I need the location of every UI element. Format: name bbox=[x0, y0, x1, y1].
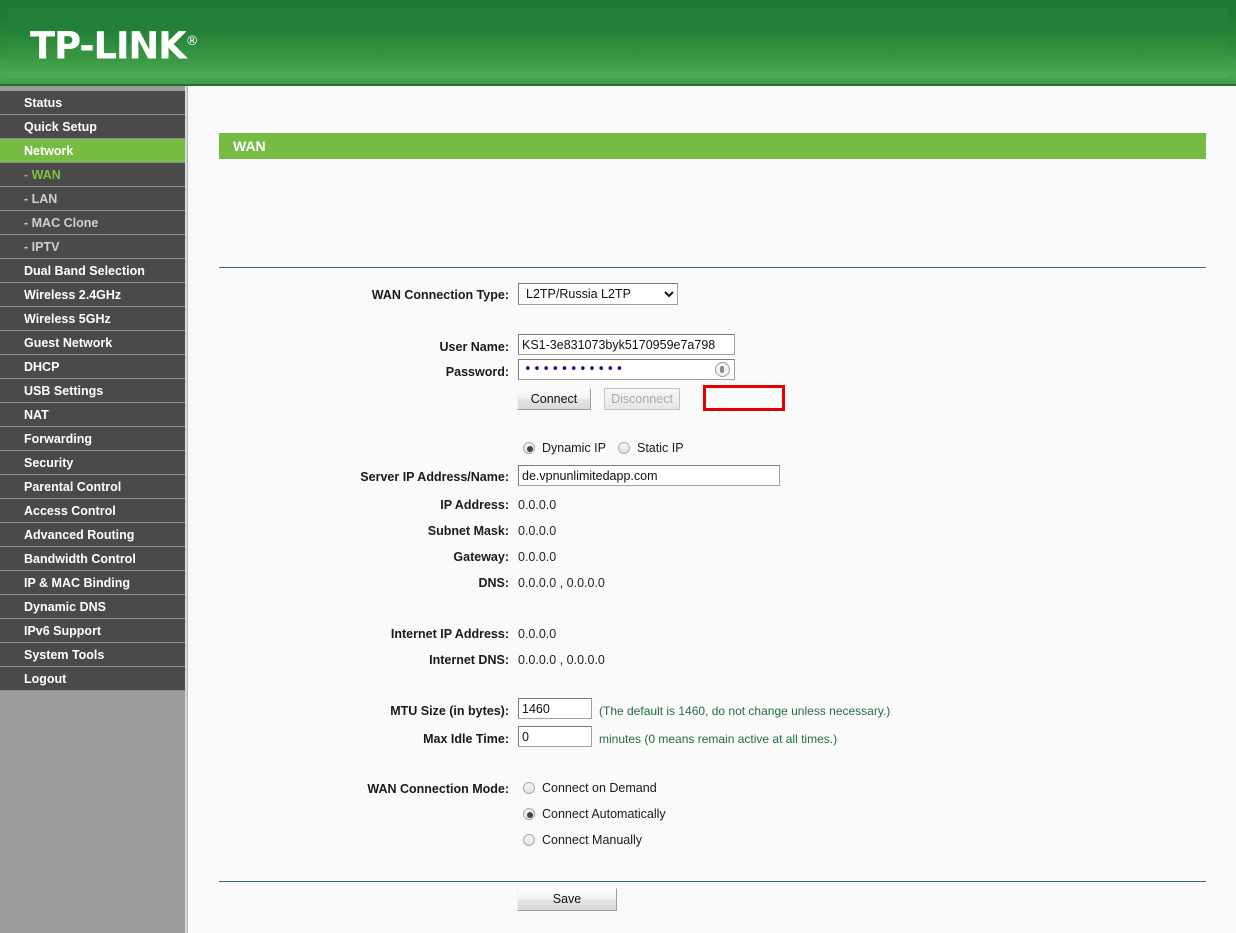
wan-connection-type-select[interactable]: L2TP/Russia L2TP bbox=[518, 283, 678, 305]
sidebar-item-bandwidth-control[interactable]: Bandwidth Control bbox=[0, 547, 185, 571]
sidebar-item-guest-network[interactable]: Guest Network bbox=[0, 331, 185, 355]
wan-status-label-3: DNS: bbox=[478, 576, 509, 590]
connection-mode-radio-connect-on-demand[interactable] bbox=[523, 782, 535, 794]
sidebar-item-forwarding[interactable]: Forwarding bbox=[0, 427, 185, 451]
wan-status-value-0: 0.0.0.0 bbox=[518, 498, 557, 512]
dynamic-ip-radio[interactable] bbox=[523, 442, 535, 454]
sidebar-item-nat[interactable]: NAT bbox=[0, 403, 185, 427]
wan-status-value-3: 0.0.0.0 , 0.0.0.0 bbox=[518, 576, 605, 590]
sidebar-item-lan[interactable]: - LAN bbox=[0, 187, 185, 211]
wan-status-label-2: Gateway: bbox=[453, 550, 509, 564]
sidebar-item-status[interactable]: Status bbox=[0, 91, 185, 115]
internet-status-value-1: 0.0.0.0 , 0.0.0.0 bbox=[518, 653, 605, 667]
top-divider bbox=[219, 267, 1206, 268]
wan-status-value-2: 0.0.0.0 bbox=[518, 550, 557, 564]
logo-text: TP-LINK bbox=[30, 24, 187, 68]
server-address-label: Server IP Address/Name: bbox=[360, 470, 509, 484]
mtu-label: MTU Size (in bytes): bbox=[390, 704, 509, 718]
wan-connection-type-label: WAN Connection Type: bbox=[371, 288, 509, 302]
dynamic-ip-label[interactable]: Dynamic IP bbox=[542, 441, 606, 455]
password-label: Password: bbox=[445, 365, 509, 379]
sidebar-item-dual-band-selection[interactable]: Dual Band Selection bbox=[0, 259, 185, 283]
page-title-banner: WAN bbox=[219, 133, 1206, 159]
mtu-hint: (The default is 1460, do not change unle… bbox=[599, 704, 891, 718]
connect-button[interactable]: Connect bbox=[517, 388, 591, 410]
disconnect-button: Disconnect bbox=[604, 388, 680, 410]
server-address-input[interactable] bbox=[518, 465, 780, 486]
app-header: TP-LINK® bbox=[0, 0, 1236, 86]
connection-mode-radio-connect-manually[interactable] bbox=[523, 834, 535, 846]
tp-link-logo: TP-LINK® bbox=[30, 22, 199, 66]
max-idle-time-hint: minutes (0 means remain active at all ti… bbox=[599, 732, 838, 746]
password-field[interactable]: ••••••••••• bbox=[518, 359, 735, 380]
internet-status-label-0: Internet IP Address: bbox=[390, 627, 509, 641]
sidebar-item-ipv6-support[interactable]: IPv6 Support bbox=[0, 619, 185, 643]
sidebar-content-divider bbox=[185, 86, 188, 933]
connection-mode-label-connect-automatically[interactable]: Connect Automatically bbox=[542, 807, 666, 821]
registered-mark: ® bbox=[185, 34, 199, 49]
connect-button-highlight-annotation bbox=[703, 385, 785, 411]
sidebar-item-access-control[interactable]: Access Control bbox=[0, 499, 185, 523]
mtu-input[interactable] bbox=[518, 698, 592, 719]
save-button[interactable]: Save bbox=[517, 888, 617, 911]
bottom-divider bbox=[219, 881, 1206, 882]
internet-status-label-1: Internet DNS: bbox=[429, 653, 509, 667]
connection-mode-label-connect-on-demand[interactable]: Connect on Demand bbox=[542, 781, 657, 795]
connection-mode-radio-connect-automatically[interactable] bbox=[523, 808, 535, 820]
max-idle-time-label: Max Idle Time: bbox=[423, 732, 509, 746]
sidebar-item-system-tools[interactable]: System Tools bbox=[0, 643, 185, 667]
sidebar-item-dhcp[interactable]: DHCP bbox=[0, 355, 185, 379]
sidebar-item-wireless-5ghz[interactable]: Wireless 5GHz bbox=[0, 307, 185, 331]
connection-mode-label-connect-manually[interactable]: Connect Manually bbox=[542, 833, 642, 847]
sidebar-item-mac-clone[interactable]: - MAC Clone bbox=[0, 211, 185, 235]
reveal-password-icon[interactable] bbox=[715, 362, 730, 377]
wan-connection-mode-label: WAN Connection Mode: bbox=[367, 782, 509, 796]
sidebar-item-logout[interactable]: Logout bbox=[0, 667, 185, 691]
sidebar-item-dynamic-dns[interactable]: Dynamic DNS bbox=[0, 595, 185, 619]
sidebar-item-wireless-2-4ghz[interactable]: Wireless 2.4GHz bbox=[0, 283, 185, 307]
sidebar-item-usb-settings[interactable]: USB Settings bbox=[0, 379, 185, 403]
sidebar-item-parental-control[interactable]: Parental Control bbox=[0, 475, 185, 499]
sidebar-item-iptv[interactable]: - IPTV bbox=[0, 235, 185, 259]
wan-status-label-0: IP Address: bbox=[440, 498, 509, 512]
wan-status-value-1: 0.0.0.0 bbox=[518, 524, 557, 538]
password-masked-value: ••••••••••• bbox=[524, 362, 625, 377]
internet-status-value-0: 0.0.0.0 bbox=[518, 627, 557, 641]
wan-status-label-1: Subnet Mask: bbox=[427, 524, 509, 538]
page-body: Status Quick Setup Network - WAN - LAN - MAC … bbox=[0, 86, 1236, 933]
sidebar-nav: Status Quick Setup Network - WAN - LAN - MAC … bbox=[0, 86, 185, 933]
sidebar-item-security[interactable]: Security bbox=[0, 451, 185, 475]
username-label: User Name: bbox=[439, 340, 509, 354]
sidebar-item-advanced-routing[interactable]: Advanced Routing bbox=[0, 523, 185, 547]
max-idle-time-input[interactable] bbox=[518, 726, 592, 747]
static-ip-label[interactable]: Static IP bbox=[637, 441, 684, 455]
content-panel: WAN WAN Connection Type: L2TP/Russia L2T… bbox=[189, 86, 1236, 933]
username-input[interactable] bbox=[518, 334, 735, 355]
sidebar-item-ip-mac-binding[interactable]: IP & MAC Binding bbox=[0, 571, 185, 595]
static-ip-radio[interactable] bbox=[618, 442, 630, 454]
sidebar-item-wan[interactable]: - WAN bbox=[0, 163, 185, 187]
sidebar-item-network[interactable]: Network bbox=[0, 139, 185, 163]
sidebar-item-quick-setup[interactable]: Quick Setup bbox=[0, 115, 185, 139]
